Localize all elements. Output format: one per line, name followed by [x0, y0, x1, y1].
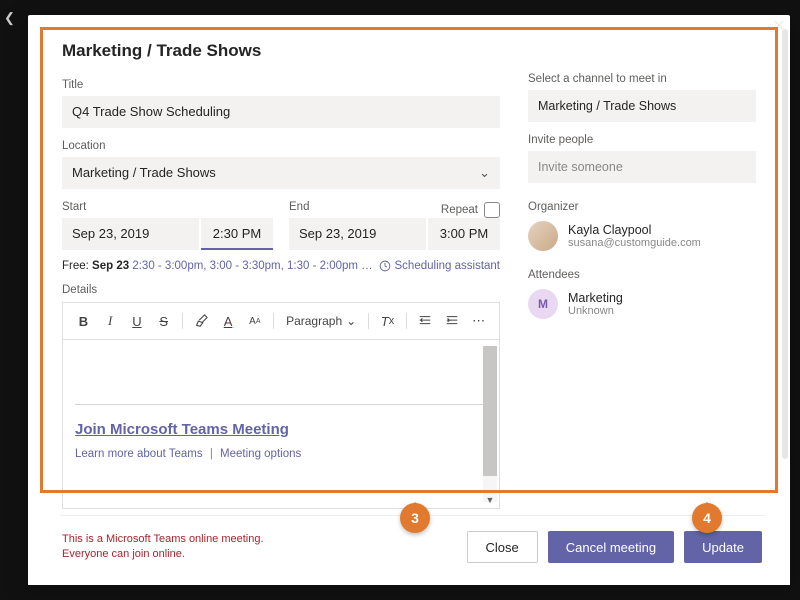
font-color-button[interactable]: A — [218, 309, 239, 333]
repeat-label: Repeat — [441, 204, 478, 216]
availability-line: Free: Sep 23 2:30 - 3:00pm, 3:00 - 3:30p… — [62, 260, 500, 272]
meeting-options-link[interactable]: Meeting options — [220, 448, 301, 460]
title-label: Title — [62, 79, 500, 91]
clock-icon — [379, 260, 391, 272]
invite-label: Invite people — [528, 134, 756, 146]
organizer-name: Kayla Claypool — [568, 223, 701, 237]
right-column: Select a channel to meet in Marketing / … — [528, 41, 756, 585]
online-meeting-note: This is a Microsoft Teams online meeting… — [62, 532, 302, 563]
repeat-checkbox[interactable] — [484, 202, 500, 218]
tutorial-callout-3: 3 — [400, 503, 430, 533]
back-chevron-icon: ❮ — [4, 10, 15, 26]
location-label: Location — [62, 140, 500, 152]
underline-button[interactable]: U — [127, 309, 148, 333]
cancel-meeting-button[interactable]: Cancel meeting — [548, 531, 674, 563]
toolbar-separator — [182, 313, 183, 329]
highlight-button[interactable] — [191, 309, 212, 333]
attendee-row: M Marketing Unknown — [528, 289, 756, 319]
location-value[interactable] — [62, 157, 500, 189]
attendee-name: Marketing — [568, 291, 623, 305]
attendee-avatar: M — [528, 289, 558, 319]
end-date-input[interactable] — [289, 218, 426, 250]
details-editor: B I U S A AA Paragraph ⌄ Tx ⋯ — [62, 302, 500, 509]
tutorial-callout-4: 4 — [692, 503, 722, 533]
editor-body[interactable]: ▲ ▼ Join Microsoft Teams Meeting Learn m… — [63, 340, 499, 508]
paragraph-dropdown[interactable]: Paragraph ⌄ — [282, 314, 360, 328]
update-button[interactable]: Update — [684, 531, 762, 563]
chevron-down-icon: ⌄ — [346, 314, 356, 328]
italic-button[interactable]: I — [100, 309, 121, 333]
outdent-button[interactable] — [415, 309, 436, 333]
free-date: Sep 23 — [92, 260, 129, 272]
attendees-label: Attendees — [528, 269, 756, 281]
editor-scrollbar-thumb[interactable] — [483, 346, 497, 476]
close-button[interactable]: Close — [467, 531, 538, 563]
details-label: Details — [62, 284, 500, 296]
channel-label: Select a channel to meet in — [528, 73, 756, 85]
organizer-row: Kayla Claypool susana@customguide.com — [528, 221, 756, 251]
more-button[interactable]: ⋯ — [468, 309, 489, 333]
end-label: End — [289, 201, 309, 213]
location-select[interactable]: ⌄ — [62, 157, 500, 189]
font-size-button[interactable]: AA — [244, 309, 265, 333]
editor-toolbar: B I U S A AA Paragraph ⌄ Tx ⋯ — [63, 303, 499, 340]
organizer-avatar — [528, 221, 558, 251]
toolbar-separator — [368, 313, 369, 329]
toolbar-separator — [273, 313, 274, 329]
free-prefix: Free: — [62, 260, 92, 272]
title-input[interactable] — [62, 96, 500, 128]
scroll-down-icon[interactable]: ▼ — [483, 494, 497, 506]
bold-button[interactable]: B — [73, 309, 94, 333]
left-column: Marketing / Trade Shows Title Location ⌄… — [62, 41, 500, 585]
scheduling-assistant-link[interactable]: Scheduling assistant — [379, 260, 500, 272]
start-date-input[interactable] — [62, 218, 199, 250]
link-separator: | — [210, 448, 213, 460]
start-label: Start — [62, 201, 273, 213]
attendee-status: Unknown — [568, 305, 623, 317]
free-slots[interactable]: 2:30 - 3:00pm, 3:00 - 3:30pm, 1:30 - 2:0… — [132, 260, 372, 272]
end-time-input[interactable] — [428, 218, 500, 250]
strike-button[interactable]: S — [153, 309, 174, 333]
join-meeting-link[interactable]: Join Microsoft Teams Meeting — [75, 421, 289, 438]
learn-more-link[interactable]: Learn more about Teams — [75, 448, 203, 460]
start-time-input[interactable] — [201, 218, 273, 250]
indent-button[interactable] — [441, 309, 462, 333]
organizer-label: Organizer — [528, 201, 756, 213]
organizer-email: susana@customguide.com — [568, 237, 701, 249]
channel-select[interactable]: Marketing / Trade Shows — [528, 90, 756, 122]
page-title: Marketing / Trade Shows — [62, 41, 500, 61]
invite-input[interactable]: Invite someone — [528, 151, 756, 183]
clear-format-button[interactable]: Tx — [377, 309, 398, 333]
toolbar-separator — [406, 313, 407, 329]
